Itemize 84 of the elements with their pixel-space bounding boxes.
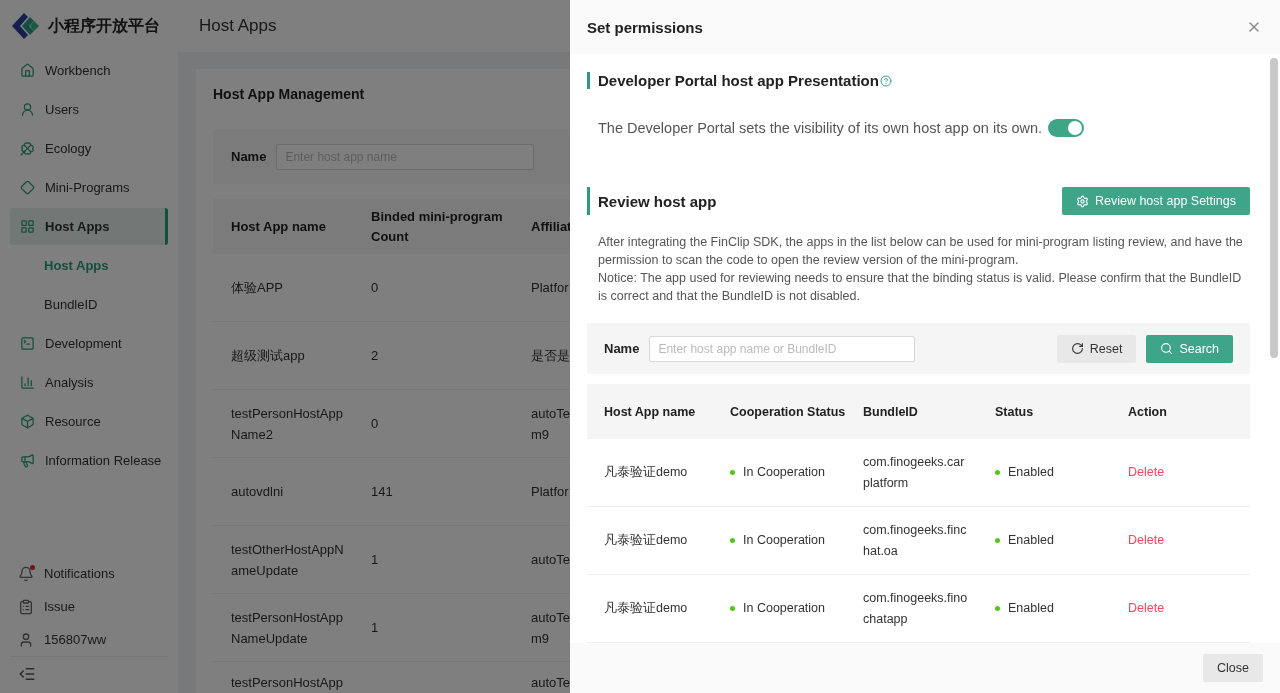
sidebar-bottom-label: 156807ww bbox=[44, 632, 107, 647]
close-button[interactable]: Close bbox=[1203, 654, 1263, 682]
sidebar-bottom-item[interactable]: 156807ww bbox=[10, 623, 168, 656]
sidebar-item[interactable]: Ecology bbox=[10, 130, 168, 167]
home-icon bbox=[20, 63, 35, 78]
table-header: Action bbox=[1111, 384, 1250, 439]
table-header: Host App name bbox=[587, 384, 713, 439]
table-cell: autovdlni bbox=[213, 458, 353, 526]
megaphone-icon bbox=[20, 453, 35, 468]
table-cell: testPersonHostApp Name2 bbox=[213, 390, 353, 458]
table-header: Host App name bbox=[213, 199, 353, 254]
diamond-icon bbox=[20, 180, 35, 195]
table-cell: 141 bbox=[353, 458, 513, 526]
table-cell: 1 bbox=[353, 594, 513, 662]
table-cell: testPersonHostApp NameUpdate bbox=[213, 594, 353, 662]
delete-link[interactable]: Delete bbox=[1128, 530, 1165, 551]
table-cell: 超级测试app bbox=[213, 322, 353, 390]
user-icon bbox=[20, 102, 35, 117]
table-cell: com.finogeeks.car platform bbox=[846, 439, 978, 507]
page-title: Host Apps bbox=[199, 16, 277, 36]
table-cell: 凡泰验证demo bbox=[587, 507, 713, 575]
scrollbar-thumb[interactable] bbox=[1270, 58, 1278, 358]
sidebar-item[interactable]: Workbench bbox=[10, 52, 168, 89]
section-title: Review host app bbox=[598, 192, 717, 210]
cooperation-status: In Cooperation bbox=[743, 600, 825, 617]
table-header: BundleID bbox=[846, 384, 978, 439]
sidebar-bottom-label: Notifications bbox=[44, 566, 115, 581]
cube-icon bbox=[20, 414, 35, 429]
section-title: Developer Portal host app Presentation bbox=[598, 72, 892, 89]
table-header: Status bbox=[978, 384, 1111, 439]
table-cell: 0 bbox=[353, 390, 513, 458]
sidebar-item[interactable]: Mini-Programs bbox=[10, 169, 168, 206]
table-cell: 2 bbox=[353, 322, 513, 390]
cooperation-status: In Cooperation bbox=[743, 532, 825, 549]
status-text: Enabled bbox=[1008, 532, 1054, 549]
review-settings-button[interactable]: Review host app Settings bbox=[1061, 187, 1250, 215]
visibility-text: The Developer Portal sets the visibility of its own host app on its own. bbox=[598, 120, 1043, 136]
table-cell: testOtherHostAppN ameUpdate bbox=[213, 526, 353, 594]
sidebar-item[interactable]: Information Release bbox=[10, 442, 168, 479]
table-cell: com.finogeeks.finc hat.oa bbox=[846, 507, 978, 575]
sidebar-item[interactable]: Host Apps bbox=[10, 208, 168, 245]
drawer-title: Set permissions bbox=[587, 18, 703, 36]
table-cell: testPersonHostApp bbox=[213, 662, 353, 693]
table-cell: 体验APP bbox=[213, 254, 353, 322]
filter-label: Name bbox=[231, 149, 267, 164]
sidebar-bottom-label: Issue bbox=[44, 599, 76, 614]
sidebar-item[interactable]: Analysis bbox=[10, 364, 168, 401]
help-icon[interactable] bbox=[879, 74, 892, 87]
description-text: Notice: The app used for reviewing needs to ensure that the binding status is valid. Please confirm that the BundleID is correct and that the BundleID is not disabled. bbox=[598, 270, 1243, 305]
description-text: After integrating the FinClip SDK, the apps in the list below can be used for mini-program listing review, and have the permission to scan the code to open the review version of the mini-program. bbox=[598, 234, 1244, 269]
table-cell: 0 bbox=[353, 254, 513, 322]
table-cell: 凡泰验证demo bbox=[587, 439, 713, 507]
table-header: Binded mini-program Count bbox=[353, 199, 513, 254]
table-header: Cooperation Status bbox=[713, 384, 846, 439]
card-title: Host App Management bbox=[213, 85, 365, 104]
sidebar-subitem[interactable]: Host Apps bbox=[10, 247, 168, 284]
logo-icon bbox=[12, 13, 42, 39]
refresh-icon bbox=[1070, 342, 1084, 355]
table-cell: 1 bbox=[353, 526, 513, 594]
sidebar-item[interactable]: Development bbox=[10, 325, 168, 362]
filter-label: Name bbox=[604, 341, 640, 356]
grid-icon bbox=[20, 219, 35, 234]
logo-text: 小程序开放平台 bbox=[48, 15, 160, 36]
gear-icon bbox=[1075, 194, 1089, 208]
search-icon bbox=[1160, 342, 1174, 355]
sidebar-item[interactable]: Users bbox=[10, 91, 168, 128]
collapse-menu-icon[interactable] bbox=[18, 665, 36, 683]
visibility-toggle[interactable] bbox=[1048, 119, 1085, 137]
sidebar-item[interactable]: Resource bbox=[10, 403, 168, 440]
bar-chart-icon bbox=[20, 375, 35, 390]
search-button[interactable]: Search bbox=[1146, 334, 1233, 363]
search-input-field[interactable]: Enter host app name or BundleID bbox=[649, 335, 916, 362]
sidebar-bottom-item[interactable]: Issue bbox=[10, 590, 168, 623]
reset-button[interactable]: Reset bbox=[1056, 334, 1137, 363]
terminal-icon bbox=[20, 336, 35, 351]
status-text: Enabled bbox=[1008, 600, 1054, 617]
status-text: Enabled bbox=[1008, 464, 1054, 481]
sidebar-bottom-item[interactable]: Notifications bbox=[10, 557, 168, 590]
table-header: Affiliat bbox=[513, 199, 573, 254]
sidebar-subitem[interactable]: BundleID bbox=[10, 286, 168, 323]
clover-icon bbox=[20, 141, 35, 156]
cooperation-status: In Cooperation bbox=[743, 464, 825, 481]
delete-link[interactable]: Delete bbox=[1128, 598, 1165, 619]
delete-link[interactable]: Delete bbox=[1128, 462, 1165, 483]
